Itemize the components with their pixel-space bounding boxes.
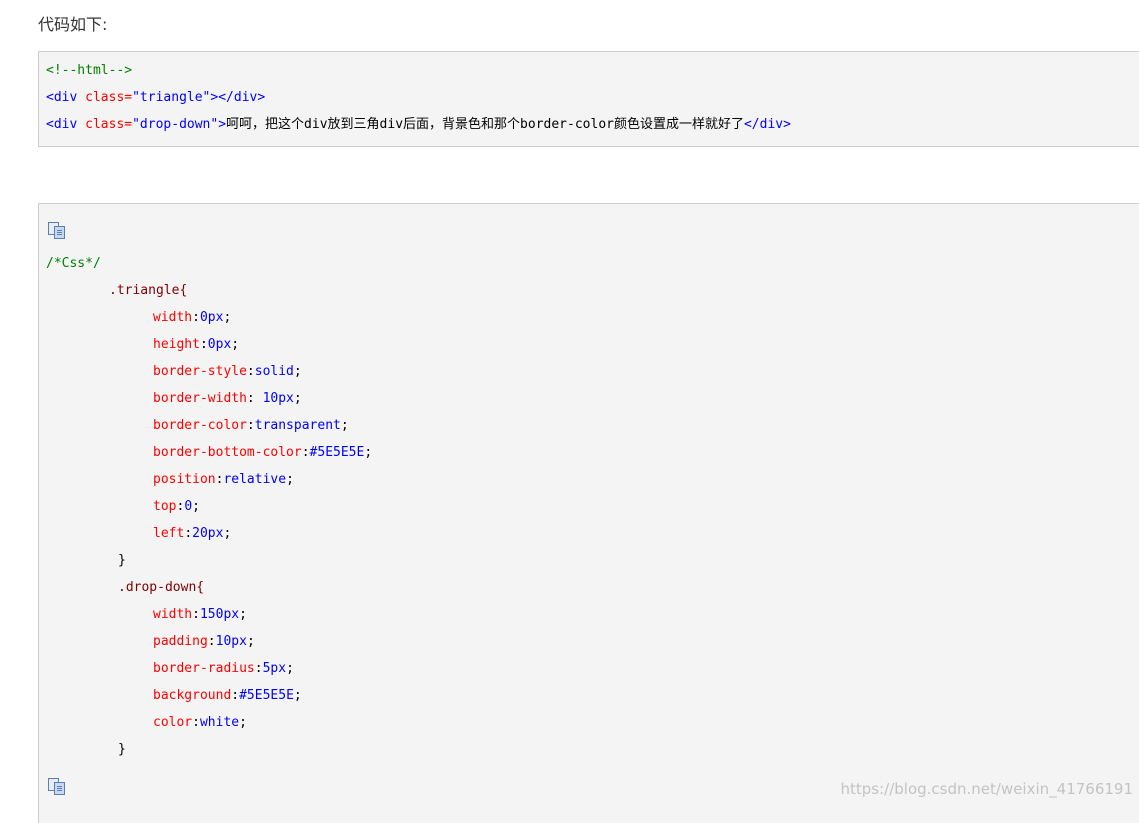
- copy-icon[interactable]: [47, 777, 67, 795]
- css-close-brace: }: [118, 553, 126, 568]
- html-tag: <div: [46, 90, 78, 105]
- css-property: top: [153, 499, 177, 514]
- css-semicolon: ;: [231, 337, 240, 352]
- css-semicolon: ;: [364, 445, 373, 460]
- css-declaration: left:20px;: [153, 520, 231, 547]
- css-colon: :: [301, 445, 310, 460]
- css-declaration: width:0px;: [153, 304, 231, 331]
- html-text: 呵呵，把这个: [226, 117, 305, 132]
- css-declaration: padding:10px;: [153, 628, 255, 655]
- css-declaration: border-width: 10px;: [153, 385, 302, 412]
- css-property: border-bottom-color: [153, 445, 302, 460]
- css-semicolon: ;: [293, 688, 302, 703]
- css-colon: :: [254, 661, 263, 676]
- css-value: 0: [184, 499, 193, 514]
- css-value: 0px: [207, 337, 232, 352]
- intro-text: 代码如下:: [38, 15, 108, 34]
- css-colon: :: [192, 310, 200, 325]
- html-text: 放到三角: [327, 117, 380, 132]
- html-comment-line: <!--html-->: [46, 63, 133, 78]
- css-semicolon: ;: [293, 391, 302, 406]
- css-colon: :: [199, 337, 208, 352]
- css-value: 5px: [262, 661, 287, 676]
- copy-icon[interactable]: [47, 221, 67, 239]
- css-selector-dropdown: .drop-down{: [118, 580, 205, 595]
- css-property: padding: [153, 634, 208, 649]
- css-value: 20px: [192, 526, 224, 541]
- html-code-line-2: <div class="triangle"></div>: [46, 84, 265, 111]
- css-colon: :: [192, 715, 200, 730]
- css-semicolon: ;: [246, 634, 255, 649]
- css-colon: :: [192, 607, 200, 622]
- css-property: color: [153, 715, 193, 730]
- html-attr: class=: [77, 90, 133, 105]
- css-semicolon: ;: [192, 499, 200, 514]
- css-semicolon: ;: [223, 526, 232, 541]
- watermark-url: https://blog.csdn.net/weixin_41766191: [840, 780, 1133, 798]
- css-colon: :: [246, 391, 255, 406]
- css-value: relative: [223, 472, 287, 487]
- css-property: border-color: [153, 418, 247, 433]
- html-attr-value: "drop-down": [132, 117, 219, 132]
- css-value: solid: [254, 364, 294, 379]
- css-declaration: height:0px;: [153, 331, 239, 358]
- css-declaration: border-color:transparent;: [153, 412, 349, 439]
- css-colon: :: [207, 634, 216, 649]
- css-declaration: color:white;: [153, 709, 247, 736]
- html-code-block: <!--html--> <div class="triangle"></div>…: [38, 51, 1139, 147]
- css-code-block: /*Css*/ .triangle{ width:0px; height:0px;…: [38, 203, 1139, 823]
- html-attr-value: "triangle": [132, 90, 211, 105]
- html-text-mono: border-color: [520, 117, 614, 132]
- html-tag-close: ></div>: [210, 90, 266, 105]
- css-colon: :: [246, 364, 255, 379]
- css-declaration: border-style:solid;: [153, 358, 302, 385]
- css-colon: :: [231, 688, 240, 703]
- css-declaration: border-radius:5px;: [153, 655, 294, 682]
- css-value: white: [199, 715, 240, 730]
- css-declaration: top:0;: [153, 493, 200, 520]
- html-code-line-3: <div class="drop-down">呵呵，把这个div放到三角div后…: [46, 111, 791, 138]
- css-property: width: [153, 310, 193, 325]
- html-text: 后面，背景色和那个: [403, 117, 521, 132]
- css-value: transparent: [254, 418, 341, 433]
- css-value: #5E5E5E: [309, 445, 365, 460]
- css-declaration: position:relative;: [153, 466, 294, 493]
- css-colon: :: [184, 526, 193, 541]
- css-property: height: [153, 337, 200, 352]
- css-property: border-radius: [153, 661, 255, 676]
- css-value: 10px: [254, 391, 294, 406]
- html-tag: <div: [46, 117, 78, 132]
- css-declaration: width:150px;: [153, 601, 247, 628]
- css-semicolon: ;: [293, 364, 302, 379]
- css-declaration: background:#5E5E5E;: [153, 682, 302, 709]
- css-semicolon: ;: [223, 310, 232, 325]
- html-tag-close: </div>: [743, 117, 791, 132]
- css-comment-line: /*Css*/: [46, 256, 101, 271]
- css-property: left: [153, 526, 185, 541]
- css-declaration: border-bottom-color:#5E5E5E;: [153, 439, 372, 466]
- css-selector-triangle: .triangle{: [109, 283, 188, 298]
- css-property: width: [153, 607, 193, 622]
- html-attr: class=: [77, 117, 133, 132]
- html-tag-gt: >: [218, 117, 227, 132]
- css-semicolon: ;: [239, 715, 247, 730]
- css-colon: :: [246, 418, 255, 433]
- css-close-brace: }: [118, 742, 126, 757]
- css-value: #5E5E5E: [239, 688, 294, 703]
- css-value: 10px: [215, 634, 247, 649]
- css-property: position: [153, 472, 216, 487]
- css-semicolon: ;: [286, 661, 294, 676]
- html-text-mono: div: [379, 117, 404, 132]
- html-text-mono: div: [304, 117, 328, 132]
- css-property: background: [153, 688, 232, 703]
- css-property: border-style: [153, 364, 247, 379]
- css-value: 150px: [199, 607, 240, 622]
- css-semicolon: ;: [239, 607, 247, 622]
- css-semicolon: ;: [286, 472, 294, 487]
- html-text: 颜色设置成一样就好了: [613, 117, 744, 132]
- css-value: 0px: [199, 310, 224, 325]
- css-semicolon: ;: [340, 418, 349, 433]
- css-property: border-width: [153, 391, 247, 406]
